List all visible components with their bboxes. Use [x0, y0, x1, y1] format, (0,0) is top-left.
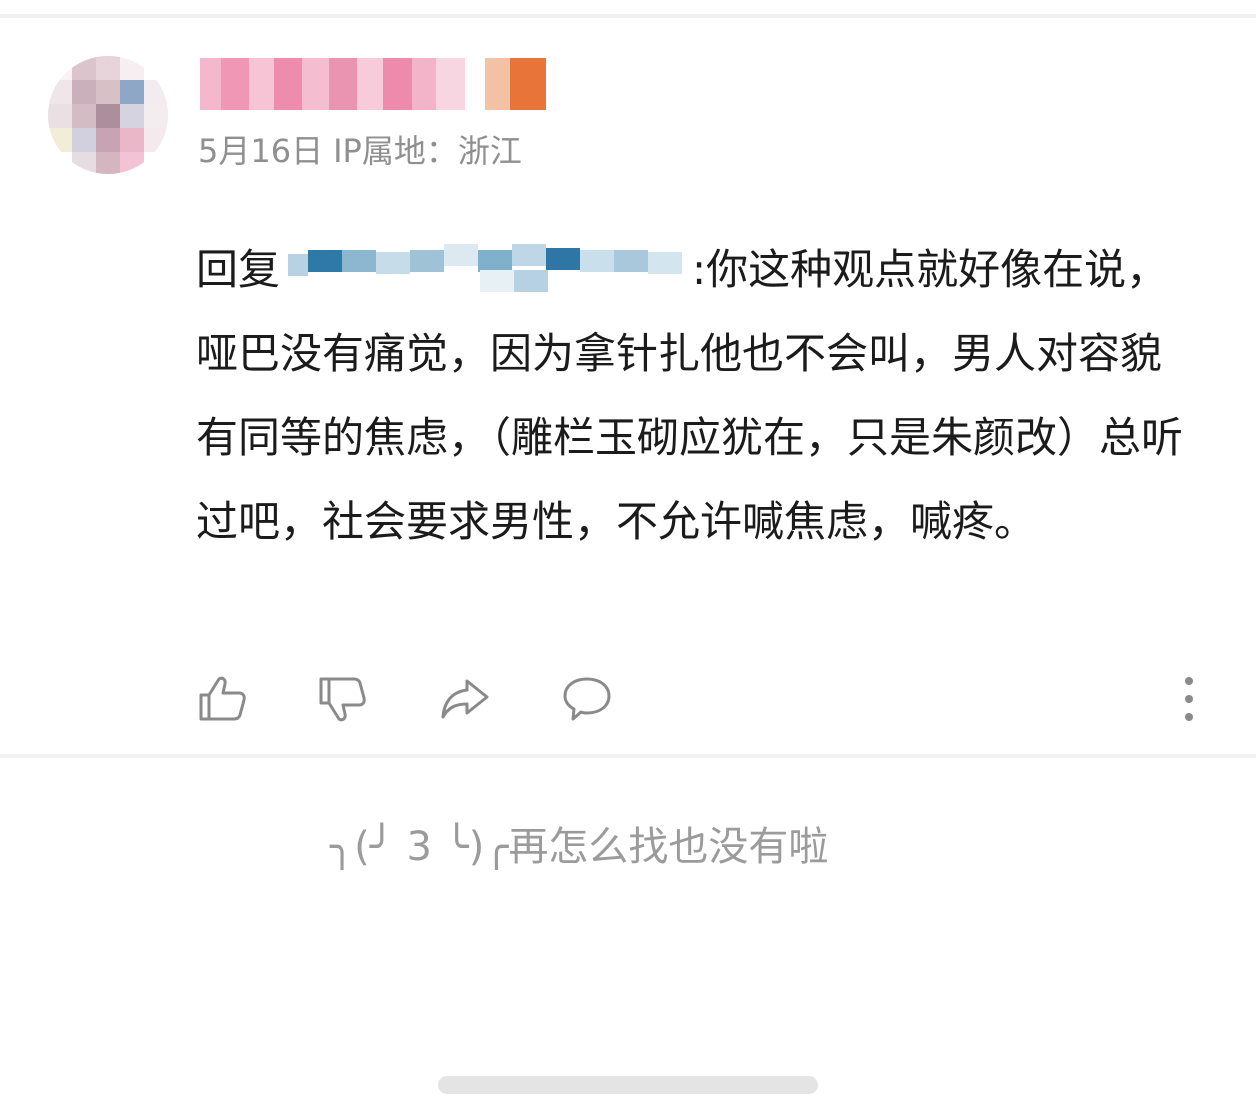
ip-location: IP属地：浙江 — [333, 132, 522, 170]
dislike-button[interactable] — [316, 672, 370, 726]
share-button[interactable] — [438, 672, 492, 726]
thumbs-down-icon — [319, 677, 366, 722]
comment-body: 回复 :你这种观点就好像在说，哑巴没有痛觉，因为拿针扎他也不会叫，男人对容貌有同… — [196, 228, 1186, 564]
user-avatar[interactable] — [48, 56, 168, 174]
like-button[interactable] — [196, 672, 250, 726]
comment-meta: 5月16日 IP属地：浙江 — [198, 126, 532, 172]
share-arrow-icon — [441, 679, 489, 719]
more-vertical-icon — [1185, 677, 1193, 721]
thumbs-up-icon — [199, 676, 246, 721]
home-indicator[interactable] — [438, 1076, 818, 1094]
end-of-list-message: ╮(╯ 3 ╰)╭再怎么找也没有啦 — [330, 824, 829, 870]
section-divider — [0, 754, 1256, 758]
comment-action-bar — [196, 672, 1206, 728]
reply-button[interactable] — [560, 672, 614, 726]
top-divider — [0, 14, 1256, 18]
avatar-mosaic — [48, 56, 168, 174]
comment-date: 5月16日 — [198, 132, 324, 170]
comment-bubble-icon — [563, 677, 611, 721]
username-obscured[interactable] — [200, 58, 546, 110]
reply-prefix: 回复 — [196, 245, 281, 294]
mentioned-user-obscured[interactable] — [280, 234, 692, 294]
more-options-button[interactable] — [1162, 672, 1216, 726]
